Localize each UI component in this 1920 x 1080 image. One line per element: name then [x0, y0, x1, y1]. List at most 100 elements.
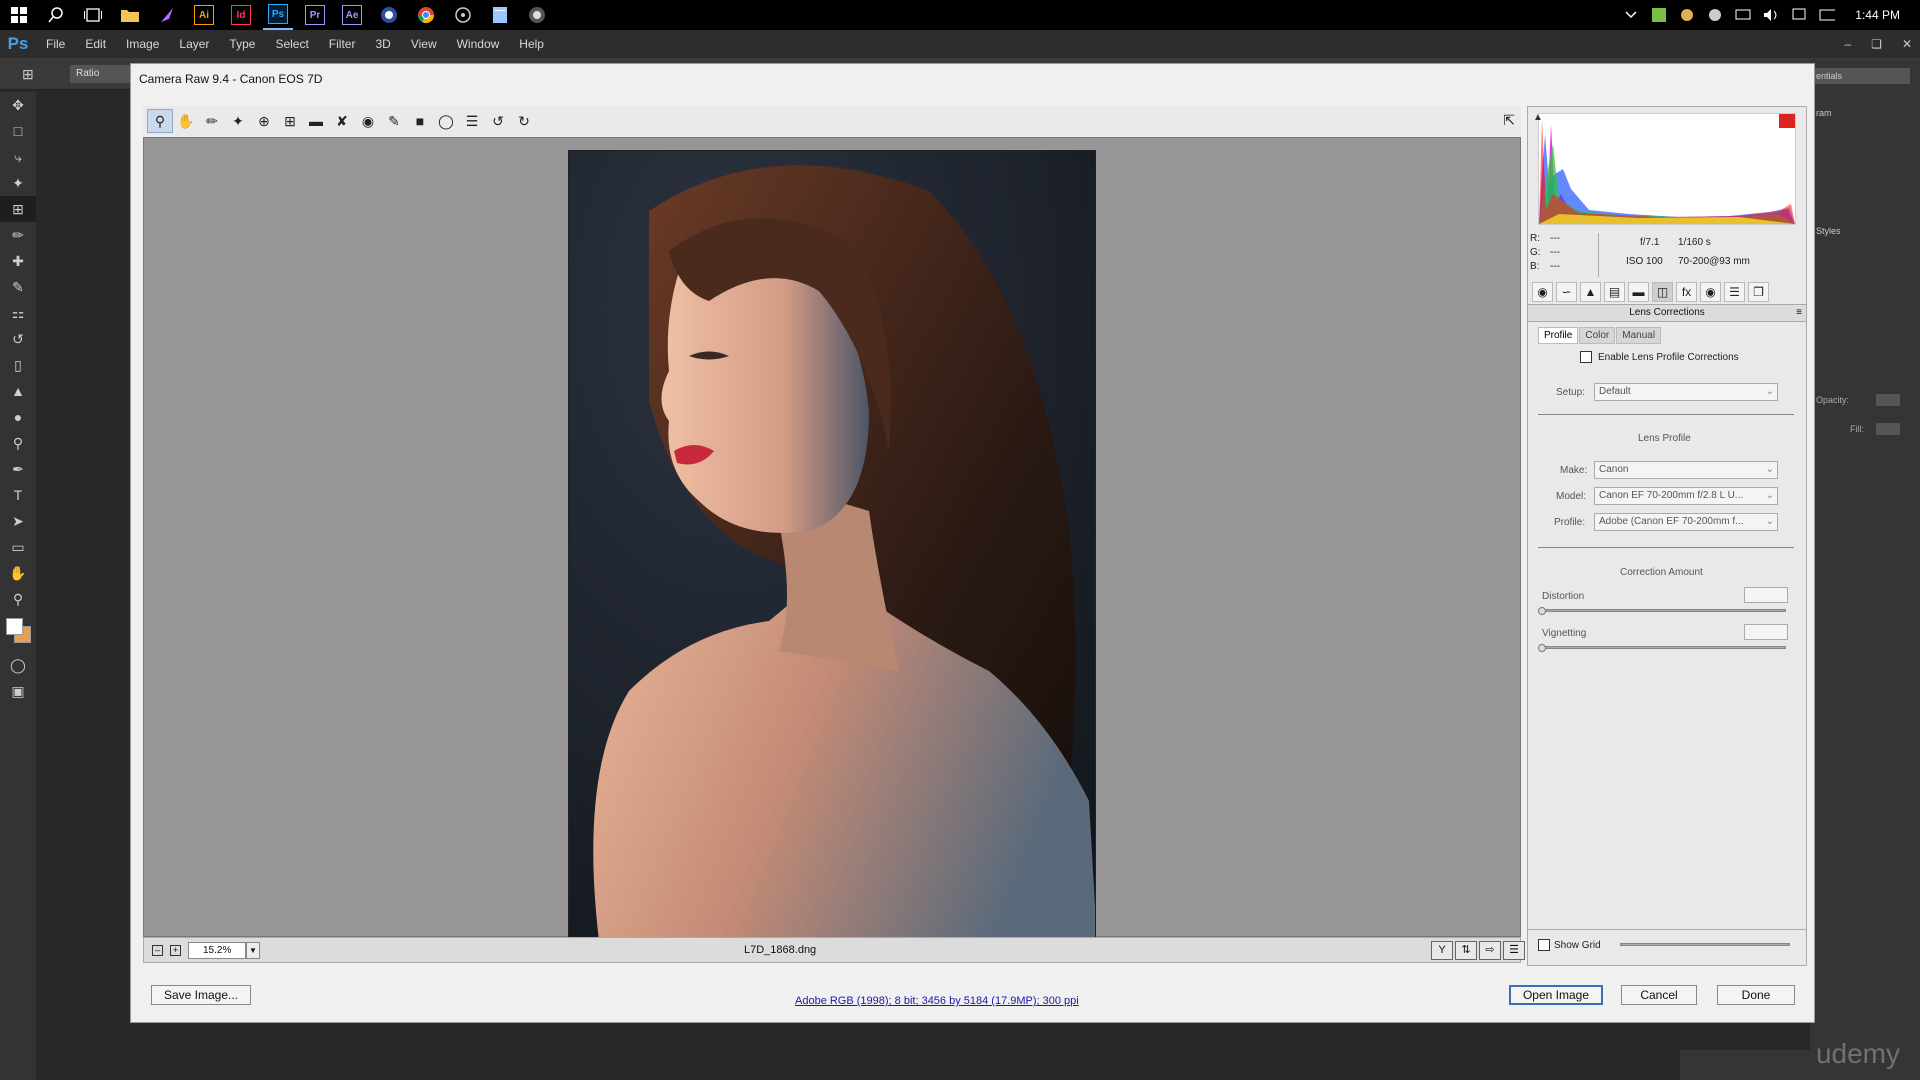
- zoom-level-field[interactable]: 15.2%: [188, 942, 246, 959]
- hand-tool-icon[interactable]: ✋: [173, 109, 199, 133]
- save-image-button[interactable]: Save Image...: [151, 985, 251, 1005]
- opacity-input[interactable]: [1876, 394, 1900, 406]
- history-brush-icon[interactable]: ↺: [0, 326, 36, 352]
- swap-settings-icon[interactable]: ⇅: [1455, 941, 1477, 960]
- zoom-tool-icon[interactable]: ⚲: [147, 109, 173, 133]
- healing-brush-icon[interactable]: ✚: [0, 248, 36, 274]
- zoom-in-icon[interactable]: +: [170, 945, 181, 956]
- zoom-tool-icon[interactable]: ⚲: [0, 586, 36, 612]
- tab-profile[interactable]: Profile: [1538, 327, 1579, 344]
- before-after-view-icon[interactable]: Y: [1431, 941, 1453, 960]
- toggle-settings-icon[interactable]: ☰: [1503, 941, 1525, 960]
- menu-file[interactable]: File: [36, 37, 75, 51]
- distortion-slider-track[interactable]: [1540, 609, 1786, 612]
- hand-tool-icon[interactable]: ✋: [0, 560, 36, 586]
- basic-panel-icon[interactable]: ◉: [1532, 282, 1553, 302]
- task-view-icon[interactable]: [78, 0, 108, 30]
- white-balance-tool-icon[interactable]: ✏: [199, 109, 225, 133]
- chevron-up-icon[interactable]: [1623, 7, 1639, 23]
- enable-lens-profile-checkbox[interactable]: [1580, 351, 1592, 363]
- windows-start-icon[interactable]: [4, 0, 34, 30]
- screen-mode-icon[interactable]: ▣: [0, 678, 36, 704]
- done-button[interactable]: Done: [1717, 985, 1795, 1005]
- type-tool-icon[interactable]: T: [0, 482, 36, 508]
- tab-manual[interactable]: Manual: [1616, 327, 1662, 344]
- profile-select[interactable]: Adobe (Canon EF 70-200mm f... ⌄: [1594, 513, 1778, 531]
- distortion-value-field[interactable]: [1744, 587, 1788, 603]
- tray-app-icon[interactable]: [1707, 7, 1723, 23]
- menu-3d[interactable]: 3D: [365, 37, 400, 51]
- graduated-filter-icon[interactable]: ■: [407, 109, 433, 133]
- hsl-icon[interactable]: ▤: [1604, 282, 1625, 302]
- grid-size-slider[interactable]: [1620, 943, 1790, 946]
- premiere-icon[interactable]: Pr: [300, 0, 330, 30]
- workspace-dropdown[interactable]: entials: [1814, 68, 1910, 84]
- move-tool-icon[interactable]: ✥: [0, 92, 36, 118]
- radial-filter-icon[interactable]: ◯: [433, 109, 459, 133]
- tone-curve-icon[interactable]: ∽: [1556, 282, 1577, 302]
- dodge-tool-icon[interactable]: ⚲: [0, 430, 36, 456]
- after-effects-icon[interactable]: Ae: [337, 0, 367, 30]
- vignetting-slider-track[interactable]: [1540, 646, 1786, 649]
- menu-layer[interactable]: Layer: [169, 37, 219, 51]
- blur-tool-icon[interactable]: ●: [0, 404, 36, 430]
- marquee-tool-icon[interactable]: □: [0, 118, 36, 144]
- camera-app-icon[interactable]: [522, 0, 552, 30]
- lasso-tool-icon[interactable]: ⤷: [0, 144, 36, 170]
- menu-type[interactable]: Type: [219, 37, 265, 51]
- clock[interactable]: 1:44 PM: [1855, 8, 1900, 22]
- menu-help[interactable]: Help: [509, 37, 554, 51]
- cancel-button[interactable]: Cancel: [1621, 985, 1697, 1005]
- path-selection-icon[interactable]: ➤: [0, 508, 36, 534]
- tray-app-icon[interactable]: [1679, 7, 1695, 23]
- fill-input[interactable]: [1876, 423, 1900, 435]
- foreground-color-swatch[interactable]: [6, 618, 23, 635]
- file-explorer-icon[interactable]: [115, 0, 145, 30]
- crop-icon[interactable]: ⊞: [22, 66, 34, 83]
- adjustment-brush-icon[interactable]: ✎: [381, 109, 407, 133]
- menu-window[interactable]: Window: [447, 37, 510, 51]
- pen-tool-icon[interactable]: ✒: [0, 456, 36, 482]
- feather-app-icon[interactable]: [152, 0, 182, 30]
- vignetting-value-field[interactable]: [1744, 624, 1788, 640]
- copy-settings-icon[interactable]: ⇨: [1479, 941, 1501, 960]
- camera-calibration-icon[interactable]: ◉: [1700, 282, 1721, 302]
- indesign-icon[interactable]: Id: [226, 0, 256, 30]
- spot-removal-icon[interactable]: ✘: [329, 109, 355, 133]
- eyedropper-icon[interactable]: ✏: [0, 222, 36, 248]
- chrome-icon[interactable]: [411, 0, 441, 30]
- open-image-button[interactable]: Open Image: [1509, 985, 1603, 1005]
- notes-app-icon[interactable]: [485, 0, 515, 30]
- photoshop-icon[interactable]: Ps: [263, 0, 293, 30]
- model-select[interactable]: Canon EF 70-200mm f/2.8 L U... ⌄: [1594, 487, 1778, 505]
- color-swatches[interactable]: [0, 612, 36, 652]
- menu-edit[interactable]: Edit: [75, 37, 116, 51]
- rotate-cw-icon[interactable]: ↻: [511, 109, 537, 133]
- menu-select[interactable]: Select: [265, 37, 318, 51]
- volume-icon[interactable]: [1763, 7, 1779, 23]
- magic-wand-icon[interactable]: ✦: [0, 170, 36, 196]
- panel-tab[interactable]: Styles: [1816, 226, 1841, 236]
- rotate-ccw-icon[interactable]: ↺: [485, 109, 511, 133]
- crop-tool-icon[interactable]: ⊞: [277, 109, 303, 133]
- straighten-tool-icon[interactable]: ▬: [303, 109, 329, 133]
- targeted-adjustment-icon[interactable]: ⊕: [251, 109, 277, 133]
- browser-icon[interactable]: [374, 0, 404, 30]
- split-toning-icon[interactable]: ▬: [1628, 282, 1649, 302]
- tab-color[interactable]: Color: [1579, 327, 1616, 344]
- quick-mask-icon[interactable]: ◯: [0, 652, 36, 678]
- network-icon[interactable]: [1735, 7, 1751, 23]
- red-eye-icon[interactable]: ◉: [355, 109, 381, 133]
- image-preview[interactable]: [143, 137, 1521, 940]
- lens-corrections-icon[interactable]: ◫: [1652, 282, 1673, 302]
- panel-tab[interactable]: ram: [1816, 108, 1832, 118]
- vignetting-slider-knob[interactable]: [1538, 644, 1546, 652]
- minimize-icon[interactable]: –: [1844, 37, 1851, 51]
- effects-icon[interactable]: fx: [1676, 282, 1697, 302]
- tool-app-icon[interactable]: [448, 0, 478, 30]
- presets-icon[interactable]: ☰: [1724, 282, 1745, 302]
- ratio-dropdown[interactable]: Ratio: [70, 65, 132, 83]
- show-grid-checkbox[interactable]: [1538, 939, 1550, 951]
- menu-view[interactable]: View: [401, 37, 447, 51]
- detail-icon[interactable]: ▲: [1580, 282, 1601, 302]
